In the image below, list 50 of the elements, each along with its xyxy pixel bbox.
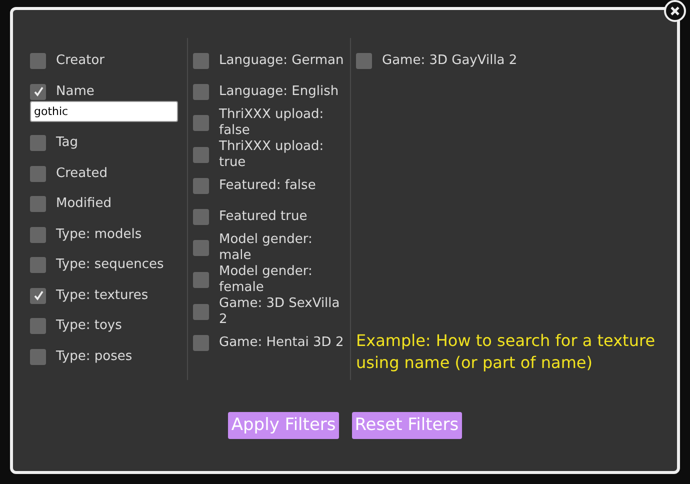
filter-label: Type: textures [56, 288, 148, 304]
filter-label: Name [56, 84, 94, 100]
filter-label: Language: English [219, 84, 339, 100]
checkbox[interactable] [30, 257, 46, 274]
filter-label: Modified [56, 196, 112, 212]
filter-label: Featured true [219, 208, 308, 225]
checkbox[interactable] [30, 348, 46, 365]
filter-label: Game: Hentai 3D 2 [219, 335, 344, 352]
close-button[interactable] [664, 0, 686, 22]
filter-label: Type: models [56, 226, 142, 243]
filter-label: Type: poses [56, 348, 132, 365]
close-icon [670, 6, 680, 16]
checkbox[interactable] [30, 84, 46, 100]
filter-label: Game: 3D GayVilla 2 [382, 53, 518, 70]
checkbox[interactable] [193, 53, 209, 70]
checkmark-icon [32, 290, 44, 302]
checkmark-icon [32, 86, 44, 98]
filter-label: Created [56, 166, 108, 182]
name-field[interactable]: gothic [30, 101, 178, 122]
checkbox[interactable] [193, 178, 209, 194]
checkbox[interactable] [193, 272, 209, 288]
checkbox[interactable] [193, 147, 209, 163]
filter-label: ThriXXX upload: true [219, 139, 325, 171]
checkbox[interactable] [30, 135, 46, 152]
filter-label: Model gender: male [219, 232, 314, 264]
checkbox[interactable] [193, 84, 209, 100]
checkbox[interactable] [30, 166, 46, 182]
checkbox[interactable] [30, 226, 46, 243]
reset-filters-button[interactable]: Reset Filters [352, 412, 462, 439]
checkbox[interactable] [30, 288, 46, 304]
filter-label: Creator [56, 53, 104, 70]
filter-label: Type: toys [56, 318, 122, 334]
filter-label: Featured: false [219, 178, 316, 194]
filter-label: Game: 3D SexVilla 2 [219, 296, 341, 328]
checkbox[interactable] [193, 115, 209, 131]
filter-label: Tag [56, 135, 78, 152]
checkbox[interactable] [30, 53, 46, 70]
checkbox[interactable] [356, 53, 372, 70]
checkbox[interactable] [193, 304, 209, 320]
filter-label: ThriXXX upload: false [219, 107, 325, 139]
apply-filters-button[interactable]: Apply Filters [228, 412, 339, 439]
checkbox[interactable] [193, 335, 209, 352]
checkbox[interactable] [30, 318, 46, 334]
checkbox[interactable] [193, 240, 209, 256]
example-text: Example: How to search for a texture using name (or part of name) [356, 330, 656, 374]
filter-label: Language: German [219, 53, 344, 70]
checkbox[interactable] [193, 208, 209, 225]
checkbox[interactable] [30, 196, 46, 212]
filter-label: Model gender: female [219, 264, 314, 296]
filter-label: Type: sequences [56, 257, 164, 274]
